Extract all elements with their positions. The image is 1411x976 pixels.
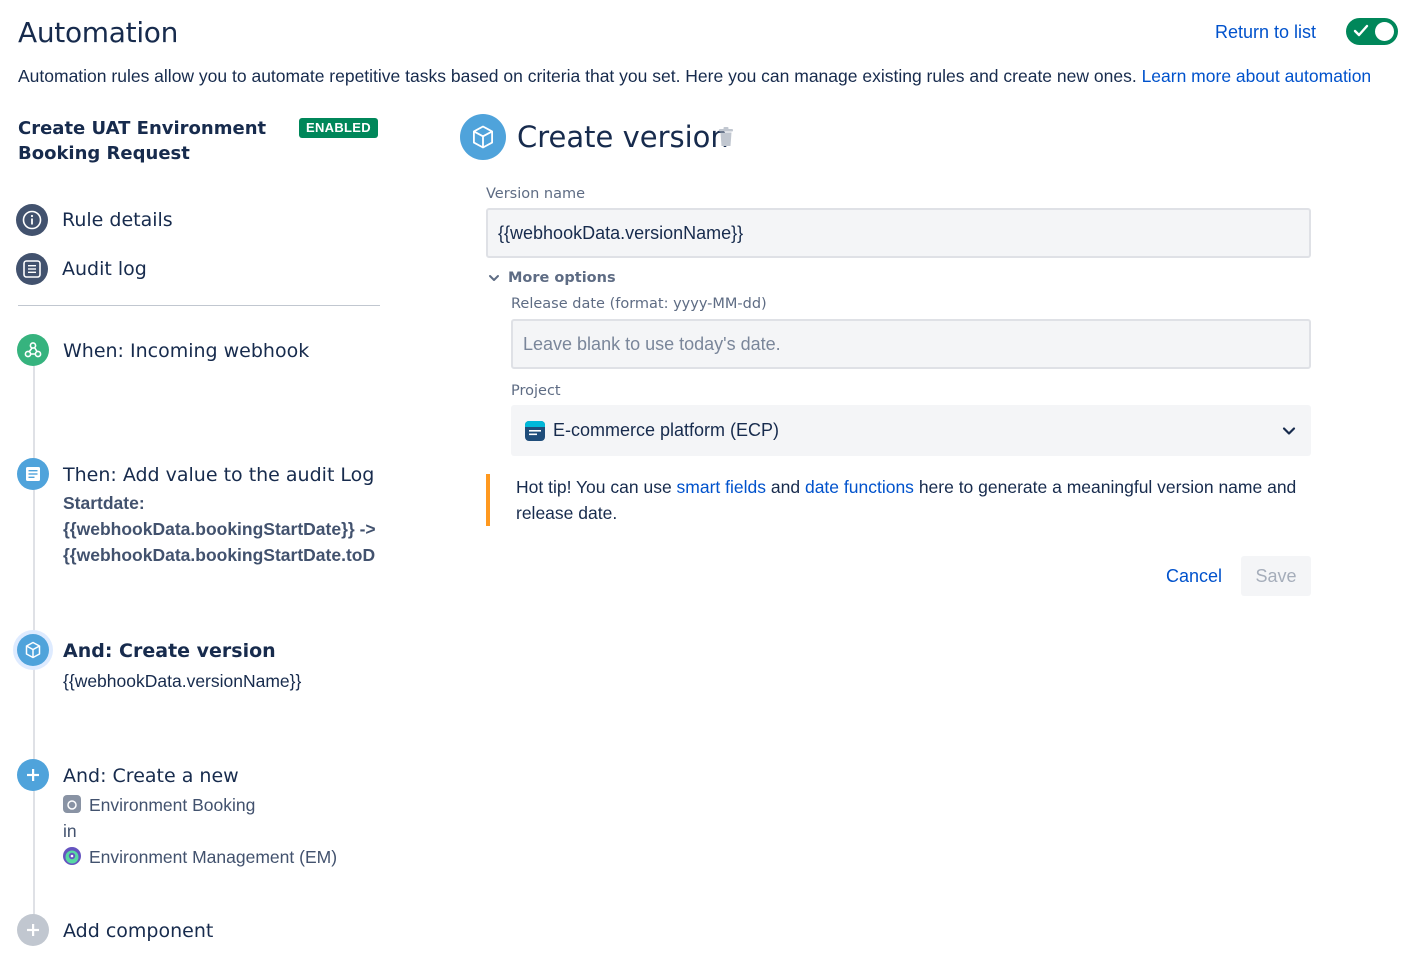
release-date-input[interactable]: Leave blank to use today's date. bbox=[511, 319, 1311, 369]
smart-fields-link[interactable]: smart fields bbox=[677, 477, 766, 497]
more-options-toggle[interactable]: More options bbox=[488, 270, 616, 286]
project-select-value: E-commerce platform (ECP) bbox=[553, 420, 780, 440]
plus-icon bbox=[17, 759, 49, 791]
list-icon bbox=[16, 253, 48, 285]
nav-label: Rule details bbox=[62, 209, 173, 231]
tip-prefix: Hot tip! You can use bbox=[516, 477, 672, 497]
project-select[interactable]: E-commerce platform (ECP) bbox=[511, 405, 1311, 456]
step-create-new-title[interactable]: And: Create a new bbox=[63, 765, 239, 787]
plus-icon bbox=[17, 914, 49, 946]
add-component-label[interactable]: Add component bbox=[63, 920, 213, 942]
cube-icon bbox=[460, 114, 506, 160]
issue-type-label: Environment Booking bbox=[89, 795, 256, 815]
project-avatar-icon bbox=[63, 847, 81, 865]
project-icon bbox=[525, 420, 545, 441]
divider bbox=[18, 305, 380, 306]
intro-text: Automation rules allow you to automate r… bbox=[18, 66, 1371, 87]
version-name-label: Version name bbox=[486, 186, 586, 202]
version-name-input[interactable]: {{webhookData.versionName}} bbox=[486, 208, 1311, 258]
check-icon bbox=[1353, 24, 1369, 37]
add-component-button[interactable] bbox=[17, 914, 49, 946]
intro-description: Automation rules allow you to automate r… bbox=[18, 66, 1137, 86]
audit-line: {{webhookData.bookingStartDate.toD bbox=[63, 545, 376, 565]
step-audit-body: Startdate: {{webhookData.bookingStartDat… bbox=[63, 490, 378, 568]
audit-line: Startdate: bbox=[63, 493, 145, 513]
step-create-version[interactable] bbox=[17, 634, 49, 666]
cube-icon bbox=[17, 634, 49, 666]
date-functions-link[interactable]: date functions bbox=[805, 477, 914, 497]
status-badge: ENABLED bbox=[299, 118, 378, 138]
chevron-down-icon bbox=[1282, 426, 1296, 435]
project-label: Project bbox=[511, 383, 561, 399]
audit-log-icon bbox=[17, 458, 49, 490]
tip-and: and bbox=[770, 477, 801, 497]
step-create-new-body: Environment Booking in Environment Manag… bbox=[63, 792, 337, 870]
nav-rule-details[interactable]: Rule details bbox=[16, 204, 173, 236]
step-audit[interactable] bbox=[17, 458, 49, 490]
webhook-icon bbox=[17, 334, 49, 366]
project-label: Environment Management (EM) bbox=[89, 847, 338, 867]
step-create-new[interactable] bbox=[17, 759, 49, 791]
issue-type-row: Environment Booking bbox=[63, 792, 337, 818]
in-label: in bbox=[63, 821, 77, 841]
issue-type-icon bbox=[63, 795, 81, 813]
rule-enabled-toggle[interactable] bbox=[1346, 18, 1398, 45]
chevron-down-icon bbox=[489, 275, 499, 281]
project-row: Environment Management (EM) bbox=[63, 844, 337, 870]
more-options-label: More options bbox=[508, 270, 616, 286]
rule-name: Create UAT Environment Booking Request bbox=[18, 118, 267, 164]
learn-more-link[interactable]: Learn more about automation bbox=[1142, 66, 1372, 86]
cancel-button[interactable]: Cancel bbox=[1153, 556, 1235, 596]
audit-line: {{webhookData.bookingStartDate}} -> bbox=[63, 519, 376, 539]
nav-audit-log[interactable]: Audit log bbox=[16, 253, 147, 285]
nav-label: Audit log bbox=[62, 258, 147, 280]
trash-icon[interactable] bbox=[718, 127, 734, 152]
save-button[interactable]: Save bbox=[1241, 556, 1311, 596]
step-trigger-title[interactable]: When: Incoming webhook bbox=[63, 340, 309, 362]
return-to-list-link[interactable]: Return to list bbox=[1215, 22, 1316, 43]
info-icon bbox=[16, 204, 48, 236]
step-create-version-body: {{webhookData.versionName}} bbox=[63, 671, 302, 691]
component-title: Create version bbox=[517, 120, 729, 154]
hot-tip: Hot tip! You can use smart fields and da… bbox=[486, 474, 1312, 526]
step-trigger[interactable] bbox=[17, 334, 49, 366]
toggle-knob bbox=[1375, 22, 1394, 41]
release-date-label: Release date (format: yyyy-MM-dd) bbox=[511, 296, 767, 312]
step-audit-title[interactable]: Then: Add value to the audit Log bbox=[63, 464, 374, 486]
step-create-version-title[interactable]: And: Create version bbox=[63, 640, 276, 662]
page-title: Automation bbox=[18, 16, 179, 49]
